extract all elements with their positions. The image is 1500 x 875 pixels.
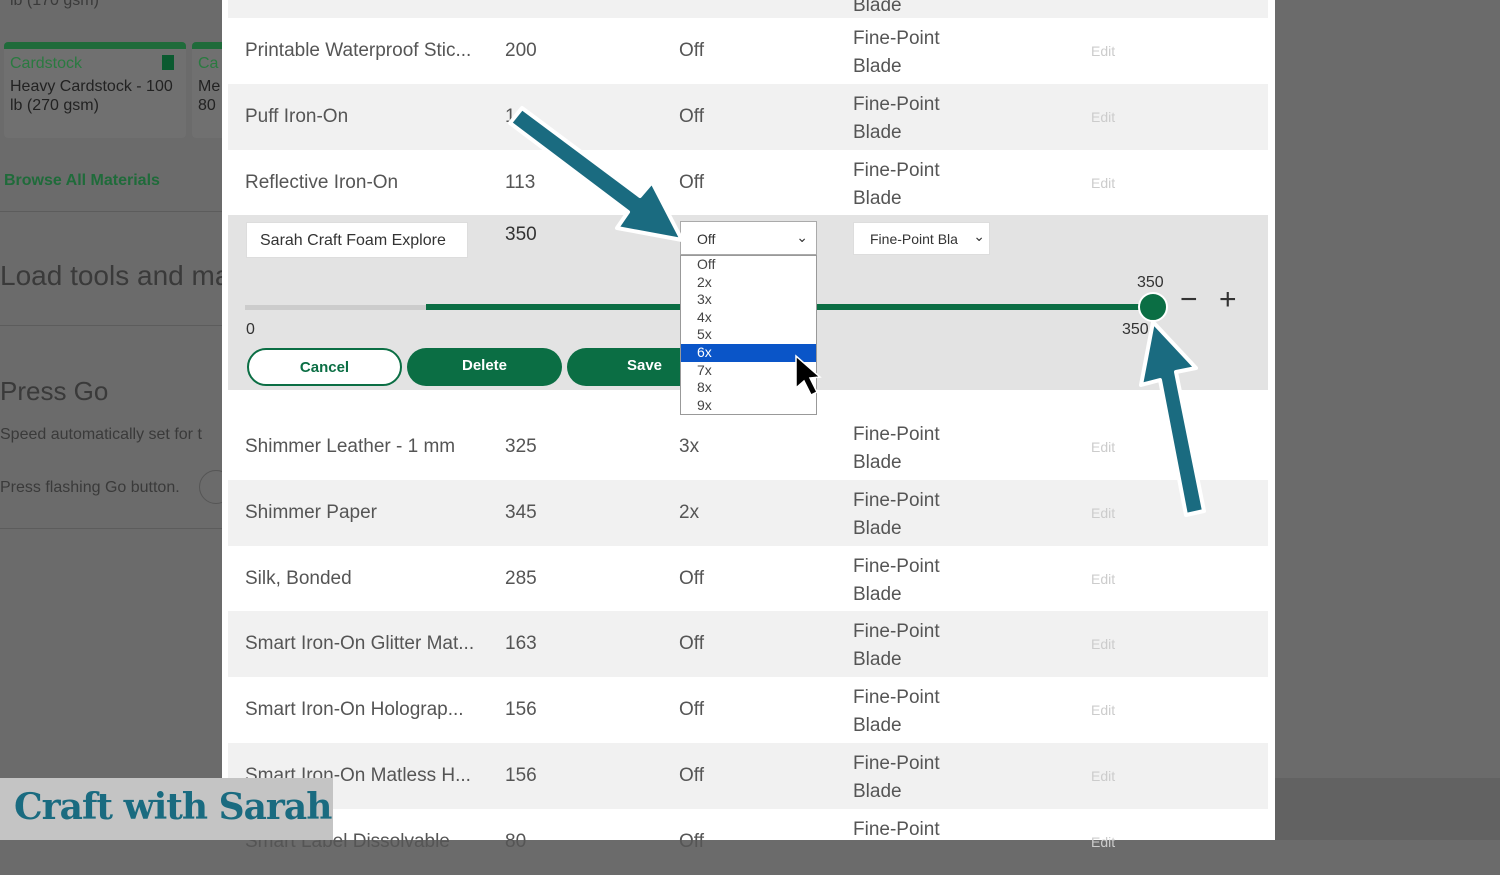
watermark-logo: Craft with Sarah [14,786,332,828]
watermark-box: Craft with Sarah [0,778,333,840]
annotation-arrows [508,106,1206,517]
arrow-icon [508,106,1206,517]
mouse-cursor-icon [795,354,822,397]
